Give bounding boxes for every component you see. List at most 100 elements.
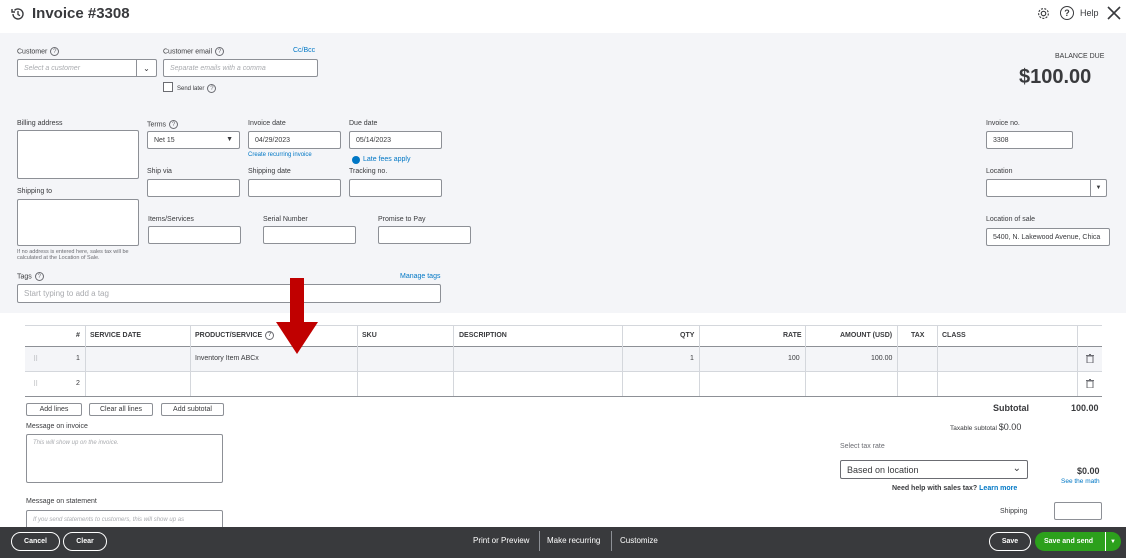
table-row[interactable] bbox=[25, 347, 1102, 372]
subtotal-value: 100.00 bbox=[1071, 403, 1099, 413]
save-and-send-button[interactable]: Save and send ▼ bbox=[1035, 532, 1121, 551]
terms-label: Terms? bbox=[147, 120, 179, 129]
invoice-no-label: Invoice no. bbox=[986, 120, 1020, 127]
col-amount: AMOUNT (USD) bbox=[840, 331, 893, 339]
cc-bcc-link[interactable]: Cc/Bcc bbox=[293, 47, 315, 54]
help-icon[interactable]: ? bbox=[207, 84, 217, 93]
col-service-date: SERVICE DATE bbox=[90, 331, 142, 339]
message-invoice-label: Message on invoice bbox=[26, 423, 88, 430]
page-title: Invoice #3308 bbox=[32, 5, 130, 22]
add-subtotal-button[interactable]: Add subtotal bbox=[161, 403, 224, 416]
customize-button[interactable]: Customize bbox=[620, 536, 658, 545]
tags-label: Tags? bbox=[17, 272, 44, 281]
invoice-date-field[interactable]: 04/29/2023 bbox=[248, 131, 341, 149]
location-select[interactable]: ▼ bbox=[986, 179, 1107, 197]
col-num: # bbox=[76, 331, 80, 339]
tracking-no-field[interactable] bbox=[349, 179, 442, 197]
row-product[interactable]: Inventory Item ABCx bbox=[195, 346, 259, 371]
dropdown-arrow-icon[interactable]: ▼ bbox=[1105, 532, 1116, 551]
location-of-sale-label: Location of sale bbox=[986, 216, 1036, 223]
shipping-date-field[interactable] bbox=[248, 179, 341, 197]
late-fees-link[interactable]: Late fees apply bbox=[363, 156, 410, 163]
shipping-amount-field[interactable] bbox=[1054, 502, 1102, 520]
taxable-subtotal: Taxable subtotal $0.00 bbox=[950, 422, 1022, 432]
table-row[interactable] bbox=[25, 372, 1102, 397]
help-icon[interactable]: ? bbox=[1060, 6, 1074, 20]
invoice-no-field[interactable]: 3308 bbox=[986, 131, 1073, 149]
learn-more-link[interactable]: Learn more bbox=[979, 485, 1017, 492]
serial-number-field[interactable] bbox=[263, 226, 356, 244]
make-recurring-button[interactable]: Make recurring bbox=[547, 536, 600, 545]
trash-icon[interactable] bbox=[1086, 354, 1094, 363]
manage-tags-link[interactable]: Manage tags bbox=[400, 273, 440, 280]
create-recurring-link[interactable]: Create recurring invoice bbox=[248, 152, 312, 158]
clear-button[interactable]: Clear bbox=[63, 532, 107, 551]
history-icon[interactable] bbox=[10, 6, 26, 22]
dropdown-arrow-icon[interactable]: ▼ bbox=[1090, 180, 1106, 196]
message-statement-label: Message on statement bbox=[26, 498, 97, 505]
col-tax: TAX bbox=[911, 331, 925, 339]
tax-rate-select[interactable]: Based on location ⌄ bbox=[840, 460, 1028, 479]
location-label: Location bbox=[986, 168, 1013, 175]
close-icon[interactable] bbox=[1106, 5, 1122, 21]
location-of-sale-field[interactable]: 5400, N. Lakewood Avenue, Chica bbox=[986, 228, 1110, 246]
chevron-down-icon[interactable]: ⌄ bbox=[1013, 463, 1021, 474]
subtotal-label: Subtotal bbox=[993, 403, 1029, 413]
col-sku: SKU bbox=[362, 331, 377, 339]
invoice-date-label: Invoice date bbox=[248, 120, 286, 127]
trash-icon[interactable] bbox=[1086, 379, 1094, 388]
send-later-checkbox[interactable] bbox=[163, 82, 173, 92]
chevron-down-icon[interactable]: ⌄ bbox=[136, 60, 156, 76]
row-rate[interactable]: 100 bbox=[788, 346, 800, 371]
drag-handle-icon[interactable]: ⠿ bbox=[33, 371, 38, 396]
send-later-label: Send later? bbox=[177, 84, 217, 93]
help-link[interactable]: Help bbox=[1080, 8, 1099, 18]
ship-via-field[interactable] bbox=[147, 179, 240, 197]
message-invoice-field[interactable]: This will show up on the invoice. bbox=[26, 434, 223, 483]
customer-email-label: Customer email? bbox=[163, 47, 225, 56]
customer-email-field[interactable]: Separate emails with a comma bbox=[163, 59, 318, 77]
shipping-to-label: Shipping to bbox=[17, 188, 53, 195]
help-icon[interactable]: ? bbox=[215, 47, 225, 56]
serial-number-label: Serial Number bbox=[263, 216, 308, 223]
col-class: CLASS bbox=[942, 331, 966, 339]
help-icon[interactable]: ? bbox=[169, 120, 179, 129]
see-the-math-link[interactable]: See the math bbox=[1061, 478, 1100, 485]
line-items-table bbox=[25, 325, 1102, 397]
row-amount[interactable]: 100.00 bbox=[871, 346, 892, 371]
dropdown-arrow-icon[interactable]: ▼ bbox=[226, 136, 233, 143]
terms-select[interactable]: Net 15 ▼ bbox=[147, 131, 240, 149]
print-preview-button[interactable]: Print or Preview bbox=[473, 536, 529, 545]
ship-via-label: Ship via bbox=[147, 168, 172, 175]
row-number: 1 bbox=[76, 355, 80, 362]
clear-all-lines-button[interactable]: Clear all lines bbox=[89, 403, 153, 416]
help-icon[interactable]: ? bbox=[50, 47, 60, 56]
promise-to-pay-field[interactable] bbox=[378, 226, 471, 244]
help-icon[interactable]: ? bbox=[34, 272, 44, 281]
balance-due-label: BALANCE DUE bbox=[1055, 53, 1105, 60]
tags-input[interactable]: Start typing to add a tag bbox=[17, 284, 441, 303]
customer-select[interactable]: Select a customer ⌄ bbox=[17, 59, 157, 77]
shipping-to-field[interactable] bbox=[17, 199, 139, 246]
billing-address-label: Billing address bbox=[17, 120, 63, 127]
row-qty[interactable]: 1 bbox=[690, 346, 694, 371]
tracking-no-label: Tracking no. bbox=[349, 168, 388, 175]
items-services-field[interactable] bbox=[148, 226, 241, 244]
balance-due-amount: $100.00 bbox=[1019, 66, 1092, 88]
shipping-date-label: Shipping date bbox=[248, 168, 291, 175]
sales-tax-help: Need help with sales tax? Learn more bbox=[892, 485, 1018, 492]
save-button[interactable]: Save bbox=[989, 532, 1031, 551]
add-lines-button[interactable]: Add lines bbox=[26, 403, 82, 416]
shipping-label: Shipping bbox=[1000, 508, 1028, 515]
due-date-field[interactable]: 05/14/2023 bbox=[349, 131, 442, 149]
info-icon bbox=[352, 156, 360, 164]
shipping-note: If no address is entered here, sales tax… bbox=[17, 249, 129, 261]
drag-handle-icon[interactable]: ⠿ bbox=[33, 346, 38, 371]
row-number: 2 bbox=[76, 380, 80, 387]
gear-icon[interactable] bbox=[1036, 6, 1051, 21]
tax-value: $0.00 bbox=[1077, 466, 1100, 476]
help-icon[interactable]: ? bbox=[265, 330, 275, 340]
title-bar: Invoice #3308 ? Help bbox=[0, 0, 1126, 30]
cancel-button[interactable]: Cancel bbox=[11, 532, 60, 551]
billing-address-field[interactable] bbox=[17, 130, 139, 179]
